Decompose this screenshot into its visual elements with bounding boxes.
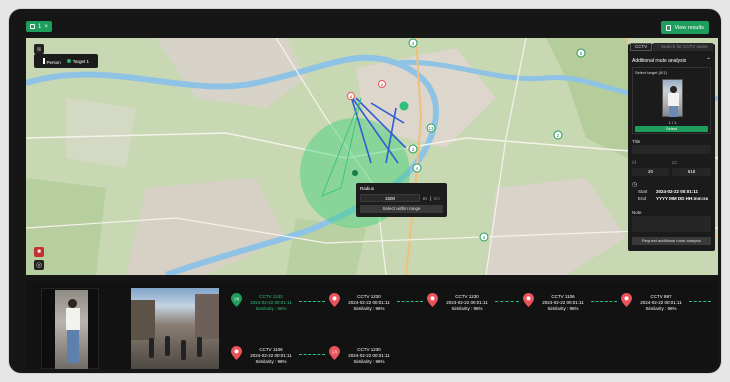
route-node-time: 2024-02-22 00:01:11: [348, 300, 390, 305]
route-node[interactable]: CCTV 1230 2024-02-22 00:01:11 Similarity :…: [343, 347, 395, 364]
unit-km-option[interactable]: km: [434, 196, 440, 201]
tab-label: 1: [38, 23, 42, 30]
person-icon: ⚇: [632, 160, 637, 166]
locate-icon[interactable]: ◎: [34, 260, 44, 270]
view-results-label: View results: [674, 24, 704, 31]
route-node[interactable]: CCTV 897 2024-02-22 00:01:11 Similarity : …: [635, 294, 687, 311]
route-connector: [299, 354, 325, 355]
route-node-time: 2024-02-22 00:01:11: [542, 300, 584, 305]
svg-text:13: 13: [428, 126, 434, 131]
end-label: End: [638, 196, 647, 201]
camera-icon: ▭: [672, 160, 677, 166]
view-results-button[interactable]: View results: [661, 21, 709, 34]
location-pin-icon[interactable]: [231, 346, 242, 360]
route-connector: [495, 301, 519, 302]
location-pin-icon[interactable]: 도착: [329, 346, 340, 360]
people-count[interactable]: 20: [632, 168, 669, 176]
close-icon[interactable]: ×: [44, 24, 48, 30]
request-analysis-button[interactable]: Request additional route analysis: [632, 237, 711, 245]
target-selector: Select target (0/1) 1 / 1 Select: [632, 67, 711, 134]
location-pin-icon[interactable]: [621, 293, 632, 307]
radius-title: Radius: [360, 186, 375, 191]
cctv-search-input[interactable]: Search for CCTV name: [653, 43, 713, 51]
route-node-camera: CCTV 1106: [551, 294, 575, 299]
start-pin-icon[interactable]: 출발: [231, 293, 242, 307]
record-icon[interactable]: ■: [34, 247, 44, 257]
location-pin-icon[interactable]: [523, 293, 534, 307]
cctv-tag[interactable]: CCTV: [630, 43, 653, 51]
route-node-time: 2024-02-22 00:01:11: [446, 300, 488, 305]
route-node[interactable]: CCTV 1230 2024-02-22 00:01:11 Similarity :…: [343, 294, 395, 311]
route-connector: [591, 301, 617, 302]
route-node-camera: CCTV 1230: [357, 347, 381, 352]
target-pager: 1 / 1: [668, 120, 677, 125]
select-target-label: Select target (0/1): [635, 70, 667, 75]
route-node[interactable]: CCTV 1106 2024-02-22 00:01:11 Similarity :…: [537, 294, 589, 311]
map-canvas: 5 2 13 2 4 4 4 4 8 8: [26, 38, 718, 275]
route-node-similarity: Similarity : 96%: [451, 306, 483, 311]
route-node-time: 2024-02-22 00:01:11: [250, 300, 292, 305]
route-node[interactable]: CCTV 1106 2024-02-22 00:01:11 Similarity :…: [245, 347, 297, 364]
location-pin-icon[interactable]: [329, 293, 340, 307]
route-node-similarity: Similarity : 96%: [645, 306, 677, 311]
route-node-similarity: Similarity : 96%: [255, 359, 287, 364]
target-photo[interactable]: [662, 79, 683, 117]
top-bar: 1 × View results: [9, 9, 721, 35]
document-icon: [666, 24, 672, 31]
route-node-camera: CCTV 897: [650, 294, 672, 299]
route-node[interactable]: CCTV 1242 2024-02-22 00:01:11 Similarity :…: [245, 294, 297, 311]
route-connector: [299, 301, 325, 302]
chevron-up-icon[interactable]: ⌃: [706, 57, 711, 64]
start-value[interactable]: 2024-02-22 00:01:11: [656, 189, 698, 194]
legend-target: Target 1: [66, 58, 89, 64]
svg-text:도착: 도착: [332, 349, 338, 354]
select-within-range-button[interactable]: Select within range: [360, 205, 443, 213]
title-label: Title: [632, 139, 641, 144]
route-timeline: 출발 CCTV 1242 2024-02-22 00:01:11 Similarity…: [26, 281, 718, 369]
route-node-time: 2024-02-22 00:01:11: [348, 353, 390, 358]
end-value[interactable]: YYYY MM DD HH:mm:ss: [656, 196, 708, 201]
clock-icon: ◷: [632, 182, 638, 188]
app-window: 1 × View results 5 2 13 2 4 4 4 8 8 ≋ Pe…: [9, 9, 721, 373]
route-node-time: 2024-02-22 00:01:11: [250, 353, 292, 358]
map-view[interactable]: 5 2 13 2 4 4 4 4 8 8 ≋ Person Target 1 ■…: [26, 38, 718, 275]
cctv-capture-image[interactable]: [131, 288, 219, 369]
title-input[interactable]: [632, 145, 711, 154]
route-node-similarity: Similarity : 96%: [353, 306, 385, 311]
tab-chip[interactable]: 1 ×: [26, 21, 52, 32]
unit-m-option[interactable]: m: [423, 196, 427, 201]
note-input[interactable]: [632, 216, 711, 232]
route-node[interactable]: CCTV 1230 2024-02-22 00:01:11 Similarity :…: [441, 294, 493, 311]
layers-icon[interactable]: ≋: [34, 44, 44, 54]
route-node-camera: CCTV 1242: [259, 294, 283, 299]
note-label: Note: [632, 210, 642, 215]
panel-title: Additional route analysis: [632, 58, 687, 64]
window-icon: [30, 24, 35, 29]
radius-popup: Radius 1500 m | km Select within range: [356, 183, 447, 217]
map-legend: Person Target 1: [34, 54, 98, 68]
route-node-similarity: Similarity : 96%: [255, 306, 287, 311]
route-node-time: 2024-02-22 00:01:11: [640, 300, 682, 305]
select-button[interactable]: Select: [635, 126, 708, 132]
route-node-similarity: Similarity : 96%: [547, 306, 579, 311]
target-image[interactable]: [41, 288, 99, 369]
start-label: Start: [638, 189, 648, 194]
route-node-camera: CCTV 1106: [259, 347, 283, 352]
legend-person: Person: [43, 57, 61, 65]
route-analysis-panel: CCTV Search for CCTV name Additional rou…: [628, 43, 715, 251]
route-node-camera: CCTV 1230: [455, 294, 479, 299]
route-connector: [397, 301, 423, 302]
route-connector: [689, 301, 711, 302]
camera-count[interactable]: 618: [672, 168, 711, 176]
radius-input[interactable]: 1500: [360, 194, 420, 202]
route-node-camera: CCTV 1230: [357, 294, 381, 299]
location-pin-icon[interactable]: [427, 293, 438, 307]
svg-text:출발: 출발: [234, 296, 240, 301]
route-node-similarity: Similarity : 96%: [353, 359, 385, 364]
